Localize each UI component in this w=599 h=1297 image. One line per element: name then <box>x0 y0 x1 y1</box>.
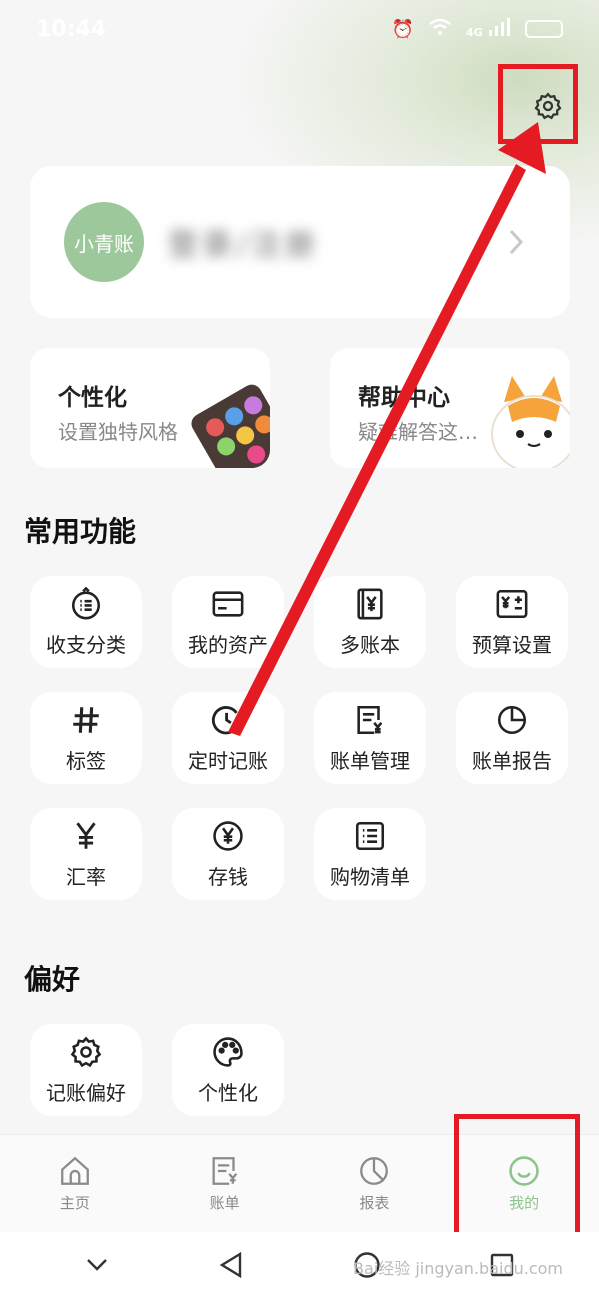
tile-shopping-list[interactable]: 购物清单 <box>314 808 426 900</box>
tile-label: 账单报告 <box>472 748 552 773</box>
tile-personalize[interactable]: 个性化 <box>172 1024 284 1116</box>
bottom-nav: 主页 账单 报表 我的 <box>0 1134 599 1232</box>
gear-icon <box>70 1036 102 1067</box>
tile-budget[interactable]: 预算设置 <box>456 576 568 668</box>
nav-label: 报表 <box>359 1194 390 1212</box>
personalize-card[interactable]: 个性化 设置独特风格 <box>30 348 270 468</box>
list-icon <box>355 821 385 850</box>
tile-exchange-rate[interactable]: 汇率 <box>30 808 142 900</box>
yen-icon <box>76 821 96 849</box>
tile-label: 汇率 <box>66 864 106 889</box>
budget-icon <box>496 589 528 618</box>
tile-label: 个性化 <box>198 1080 258 1105</box>
home-icon <box>60 1156 89 1185</box>
tile-saving[interactable]: 存钱 <box>172 808 284 900</box>
avatar-text: 小青账 <box>74 231 134 256</box>
palette-icon <box>213 1036 243 1067</box>
bill-icon <box>212 1157 237 1185</box>
tile-bookkeeping-prefs[interactable]: 记账偏好 <box>30 1024 142 1116</box>
status-time: 10:44 <box>36 16 107 42</box>
status-bar: 10:44 ⏰ 4G <box>0 0 599 58</box>
gear-icon <box>534 92 562 120</box>
tile-label: 收支分类 <box>46 632 126 657</box>
nav-reports[interactable]: 报表 <box>300 1135 450 1232</box>
back-icon[interactable] <box>218 1251 244 1279</box>
signal-icon: 4G <box>466 17 511 41</box>
hashtag-icon <box>73 706 99 733</box>
chart-icon <box>360 1157 389 1185</box>
nav-home[interactable]: 主页 <box>0 1135 150 1232</box>
tile-label: 购物清单 <box>330 864 410 889</box>
card-icon <box>212 590 244 617</box>
tile-label: 定时记账 <box>188 748 268 773</box>
nav-mine[interactable]: 我的 <box>449 1135 599 1232</box>
profile-card[interactable]: 小青账 登录/注册 <box>30 166 570 318</box>
alarm-icon: ⏰ <box>391 18 415 40</box>
category-icon <box>71 586 101 619</box>
preferences-title: 偏好 <box>24 963 81 996</box>
battery-icon <box>525 20 563 38</box>
nav-label: 主页 <box>59 1194 90 1212</box>
settings-button[interactable] <box>528 86 568 126</box>
tile-multi-ledger[interactable]: 多账本 <box>314 576 426 668</box>
watermark: Bai经验 jingyan.baidu.com <box>353 1259 563 1278</box>
bill-icon <box>357 705 383 734</box>
pie-icon <box>497 705 527 734</box>
avatar[interactable]: 小青账 <box>64 202 144 282</box>
wifi-icon <box>428 18 452 41</box>
tile-assets[interactable]: 我的资产 <box>172 576 284 668</box>
cat-mascot-icon <box>491 376 570 468</box>
nav-label: 我的 <box>509 1194 540 1212</box>
tile-bill-management[interactable]: 账单管理 <box>314 692 426 784</box>
nav-bills[interactable]: 账单 <box>150 1135 300 1232</box>
tile-tags[interactable]: 标签 <box>30 692 142 784</box>
tile-label: 存钱 <box>208 864 248 889</box>
clock-add-icon <box>211 705 243 734</box>
tile-label: 标签 <box>66 748 106 773</box>
tile-category[interactable]: 收支分类 <box>30 576 142 668</box>
tile-label: 预算设置 <box>472 632 552 657</box>
status-icons: ⏰ 4G <box>391 17 563 41</box>
tile-label: 记账偏好 <box>46 1080 126 1105</box>
chevron-right-icon <box>509 229 524 255</box>
palette-art-icon <box>191 384 270 468</box>
nav-label: 账单 <box>209 1194 240 1212</box>
coin-icon <box>213 820 243 851</box>
tile-bill-report[interactable]: 账单报告 <box>456 692 568 784</box>
tile-label: 我的资产 <box>188 632 268 657</box>
chevron-down-icon[interactable] <box>84 1256 110 1274</box>
common-functions-title: 常用功能 <box>24 515 137 548</box>
username[interactable]: 登录/注册 <box>168 220 319 264</box>
tile-scheduled[interactable]: 定时记账 <box>172 692 284 784</box>
ledger-icon <box>357 588 383 619</box>
smile-icon <box>509 1156 539 1186</box>
tile-label: 多账本 <box>340 632 400 657</box>
tile-label: 账单管理 <box>330 748 410 773</box>
help-center-card[interactable]: 帮助中心 疑难解答这… <box>330 348 570 468</box>
